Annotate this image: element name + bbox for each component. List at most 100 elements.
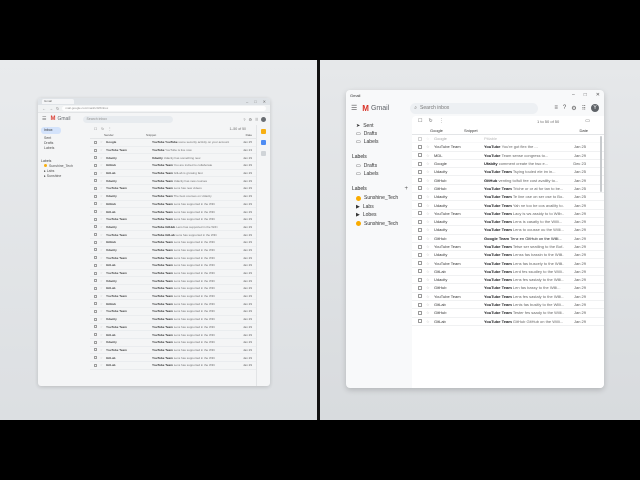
row-checkbox[interactable] bbox=[418, 219, 422, 224]
close-icon[interactable]: ✕ bbox=[263, 99, 266, 104]
row-checkbox[interactable] bbox=[418, 169, 422, 174]
row-checkbox[interactable] bbox=[94, 271, 97, 275]
row-checkbox[interactable] bbox=[94, 225, 97, 229]
table-row[interactable]: ☆ GitHub YouTube Team Len fas bassy to the… bbox=[412, 284, 604, 293]
row-checkbox[interactable] bbox=[94, 302, 97, 306]
browser-tab[interactable]: Gmail bbox=[42, 99, 74, 104]
table-row[interactable]: ☆ GitHub YouTube Team Lens has supported i… bbox=[90, 300, 256, 309]
star-icon[interactable]: ☆ bbox=[426, 136, 430, 141]
star-icon[interactable]: ☆ bbox=[100, 340, 103, 344]
table-row[interactable]: ☆ Udacity YouTube Team Lens fes sastaly to… bbox=[412, 276, 604, 285]
table-row[interactable]: ☆ Udacity Udacity Udacity has something ne… bbox=[90, 154, 256, 163]
row-checkbox[interactable] bbox=[418, 269, 422, 274]
row-checkbox[interactable] bbox=[94, 363, 97, 367]
row-checkbox[interactable] bbox=[418, 136, 422, 141]
row-checkbox[interactable] bbox=[94, 248, 97, 252]
star-icon[interactable]: ☆ bbox=[426, 319, 430, 324]
star-icon[interactable]: ☆ bbox=[100, 333, 103, 337]
row-checkbox[interactable] bbox=[418, 310, 422, 315]
star-icon[interactable]: ☆ bbox=[100, 356, 103, 360]
apps-icon[interactable]: ⠿ bbox=[582, 105, 586, 112]
table-row[interactable]: ☆ YouTube Team YouTube Team Lens has suppo… bbox=[90, 216, 256, 224]
table-row[interactable]: ☆ YouTube Team YouTube Team Lens has suppo… bbox=[90, 254, 256, 262]
label-item[interactable]: ▶ Lobes bbox=[350, 211, 408, 220]
sidebar-item-drafts[interactable]: ▭ Drafts bbox=[350, 130, 408, 138]
sidebar-item-sent[interactable]: ➤ Sent bbox=[350, 122, 408, 130]
star-icon[interactable]: ☆ bbox=[100, 194, 103, 198]
table-row[interactable]: ☆ Udacity YouTube Team Lens has supported … bbox=[90, 316, 256, 324]
table-row[interactable]: ☆ Google Pitiable bbox=[412, 135, 604, 144]
table-row[interactable]: ☆ Udacity YouTube Team Udacity has new cou… bbox=[90, 177, 256, 186]
row-checkbox[interactable] bbox=[94, 186, 97, 190]
minimize-icon[interactable]: – bbox=[246, 99, 248, 104]
address-bar[interactable]: mail.google.com/mail/u/0/#inbox bbox=[62, 106, 266, 111]
table-row[interactable]: ☆ Udacity YouTube Team Yah ne too be cos a… bbox=[412, 201, 604, 210]
row-checkbox[interactable] bbox=[94, 171, 97, 175]
star-icon[interactable]: ☆ bbox=[100, 210, 103, 214]
star-icon[interactable]: ☆ bbox=[100, 294, 103, 298]
maximize-icon[interactable]: □ bbox=[584, 92, 587, 98]
table-row[interactable]: ☆ MDL YouTube Team sense congress to... Jan… bbox=[412, 152, 604, 160]
table-row[interactable]: ☆ YouTube Team YouTube Team Lens has suppo… bbox=[90, 293, 256, 301]
search-input[interactable]: Search inbox bbox=[82, 115, 173, 123]
star-icon[interactable]: ☆ bbox=[426, 219, 430, 224]
star-icon[interactable]: ☆ bbox=[426, 310, 430, 315]
table-row[interactable]: ☆ GitHub GitHub venting to/full fee cost a… bbox=[412, 176, 604, 185]
star-icon[interactable]: ☆ bbox=[426, 269, 430, 274]
table-row[interactable]: ☆ GitHub YouTube Team Lens has supported i… bbox=[90, 201, 256, 209]
star-icon[interactable]: ☆ bbox=[100, 279, 103, 283]
table-row[interactable]: ☆ Udacity YouTube Team Lens to ocusse ou t… bbox=[412, 226, 604, 235]
star-icon[interactable]: ☆ bbox=[426, 302, 430, 307]
table-row[interactable]: ☆ Udacity YouTube Team Te line ose on ser … bbox=[412, 193, 604, 202]
row-checkbox[interactable] bbox=[418, 211, 422, 216]
star-icon[interactable]: ☆ bbox=[426, 178, 430, 183]
row-checkbox[interactable] bbox=[94, 233, 97, 237]
row-checkbox[interactable] bbox=[94, 210, 97, 214]
star-icon[interactable]: ☆ bbox=[426, 186, 430, 191]
gmail-logo[interactable]: M Gmail bbox=[362, 104, 389, 113]
star-icon[interactable]: ☆ bbox=[100, 217, 103, 221]
row-checkbox[interactable] bbox=[94, 256, 97, 260]
row-checkbox[interactable] bbox=[94, 356, 97, 360]
label-item[interactable]: ▶ Labs bbox=[350, 203, 408, 212]
table-row[interactable]: ☆ GitLab YouTube Team Lenis fas busitly to… bbox=[412, 301, 604, 310]
table-row[interactable]: ☆ YouTube Team YouTube Team Lens fes sasta… bbox=[412, 293, 604, 301]
star-icon[interactable]: ☆ bbox=[100, 263, 103, 267]
table-row[interactable]: ☆ GitHub YouTube Team You are invited to c… bbox=[90, 162, 256, 170]
row-checkbox[interactable] bbox=[418, 186, 422, 191]
table-row[interactable]: ☆ GitLab YouTube Team Lens has supported i… bbox=[90, 362, 256, 370]
table-row[interactable]: ☆ YouTube Team YouTube YouTube is live now… bbox=[90, 147, 256, 155]
row-checkbox[interactable] bbox=[94, 340, 97, 344]
star-icon[interactable]: ☆ bbox=[426, 244, 430, 249]
star-icon[interactable]: ☆ bbox=[100, 163, 103, 167]
star-icon[interactable]: ☆ bbox=[426, 261, 430, 266]
star-icon[interactable]: ☆ bbox=[100, 179, 103, 183]
star-icon[interactable]: ☆ bbox=[426, 252, 430, 257]
star-icon[interactable]: ☆ bbox=[100, 302, 103, 306]
gear-icon[interactable]: ⚙ bbox=[248, 117, 252, 122]
table-row[interactable]: ☆ Google YouTube YouTube some security act… bbox=[90, 139, 256, 147]
label-item[interactable]: ▭ Drafts bbox=[350, 162, 408, 170]
table-row[interactable]: ☆ GitLab YouTube Team Lens has supported i… bbox=[90, 262, 256, 270]
row-checkbox[interactable] bbox=[418, 194, 422, 199]
row-checkbox[interactable] bbox=[418, 203, 422, 208]
table-row[interactable]: ☆ Udacity YouTube Team Lens has supported … bbox=[90, 247, 256, 255]
table-row[interactable]: ☆ Udacity YouTube Team Tsying touled ele i… bbox=[412, 168, 604, 177]
star-icon[interactable]: ☆ bbox=[100, 248, 103, 252]
sidebar-item-labels[interactable]: ▭ Labels bbox=[350, 138, 408, 146]
close-icon[interactable]: ✕ bbox=[596, 92, 600, 98]
star-icon[interactable]: ☆ bbox=[100, 140, 103, 144]
table-row[interactable]: ☆ YouTube Team YouTube Team Lens fas busce… bbox=[412, 259, 604, 268]
star-icon[interactable]: ☆ bbox=[426, 153, 430, 158]
table-row[interactable]: ☆ YouTube Team YouTube You're got flex the… bbox=[412, 143, 604, 152]
star-icon[interactable]: ☆ bbox=[100, 186, 103, 190]
row-checkbox[interactable] bbox=[418, 178, 422, 183]
star-icon[interactable]: ☆ bbox=[426, 236, 430, 241]
table-row[interactable]: ☆ GitLab YouTube Team Lens has supported i… bbox=[90, 354, 256, 362]
more-icon[interactable]: ⋮ bbox=[108, 127, 112, 131]
table-row[interactable]: ☆ GitLab YouTube Team Lens has supported i… bbox=[90, 331, 256, 339]
table-row[interactable]: ☆ YouTube Team YouTube Team Lacy is ws ass… bbox=[412, 210, 604, 218]
row-checkbox[interactable] bbox=[418, 161, 422, 166]
sidebar-item-labels[interactable]: Labels bbox=[41, 146, 87, 151]
table-row[interactable]: ☆ GitLab YouTube Team Lerd fes ssudley to … bbox=[412, 268, 604, 277]
